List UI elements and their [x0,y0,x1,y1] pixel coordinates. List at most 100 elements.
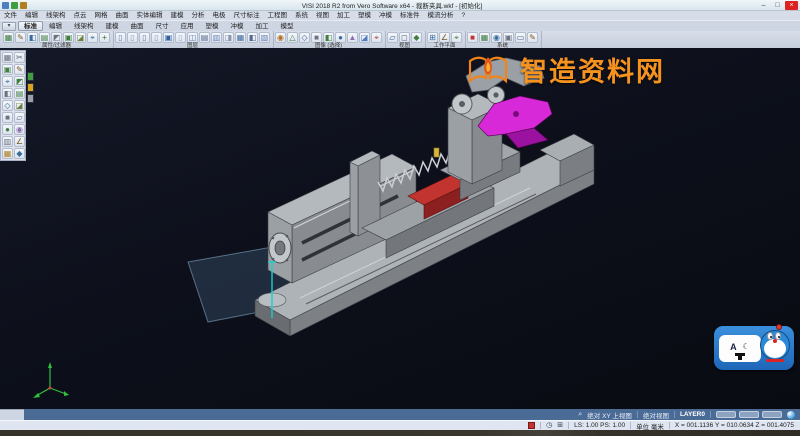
menu-item-电极[interactable]: 电极 [209,11,230,20]
lt-modify-icon[interactable]: ✎ [14,64,25,75]
color-tab-1[interactable] [27,83,34,92]
wireframe-mode-icon[interactable]: △ [287,32,298,43]
render-ghost-icon[interactable]: ▲ [347,32,358,43]
render-half-icon[interactable]: ◧ [323,32,334,43]
view-reference[interactable]: 绝对 XY 上视图 [587,410,632,420]
render-dot-icon[interactable]: ● [335,32,346,43]
tab-冲模[interactable]: 冲模 [225,21,250,31]
lt-trim-icon[interactable]: ◧ [2,88,13,99]
tab-编辑[interactable]: 编辑 [43,21,68,31]
tab-加工[interactable]: 加工 [250,21,275,31]
color-tab-2[interactable] [27,94,34,103]
tab-曲面[interactable]: 曲面 [125,21,150,31]
system-globe-icon[interactable]: ◉ [491,32,502,43]
layer-list-icon[interactable]: ▤ [199,32,210,43]
element-mask-icon[interactable]: ◩ [51,32,62,43]
grid-icon[interactable]: ⊞ [557,422,563,429]
system-panel-icon[interactable]: ▣ [503,32,514,43]
lt-measure-icon[interactable]: ◇ [2,100,13,111]
render-mixed-icon[interactable]: ◪ [359,32,370,43]
tab-线架构[interactable]: 线架构 [68,21,100,31]
solid-mask-icon[interactable]: ▣ [63,32,74,43]
menu-item-点云[interactable]: 点云 [70,11,91,20]
menu-item-?[interactable]: ? [458,11,470,20]
menu-item-尺寸标注[interactable]: 尺寸标注 [230,11,264,20]
lt-move-icon[interactable]: ⌖ [2,76,13,87]
lt-point-icon[interactable]: ◉ [14,124,25,135]
record-icon[interactable] [528,422,535,429]
workplane-grid-icon[interactable]: ⊞ [427,32,438,43]
menu-item-线架构[interactable]: 线架构 [42,11,70,20]
view-iso-icon[interactable]: ▱ [387,32,398,43]
lt-round-icon[interactable]: ● [2,124,13,135]
attribute-pen-icon[interactable]: ✎ [15,32,26,43]
minimize-button[interactable]: – [757,1,770,10]
render-solid-icon[interactable]: ■ [311,32,322,43]
lt-gold-icon[interactable]: ▦ [2,148,13,159]
menu-item-建模[interactable]: 建模 [167,11,188,20]
tab-应用[interactable]: 应用 [175,21,200,31]
lt-box-icon[interactable]: ▣ [2,64,13,75]
color-tab-0[interactable] [27,72,34,81]
lt-text-icon[interactable]: ▥ [2,136,13,147]
units-readout[interactable]: 单位 毫米 [636,421,664,431]
layer-hide-icon[interactable]: ◨ [223,32,234,43]
hidden-line-icon[interactable]: ◇ [299,32,310,43]
tab-塑模[interactable]: 塑模 [200,21,225,31]
snap-mask-icon[interactable]: ⌖ [87,32,98,43]
lt-solid-icon[interactable]: ■ [2,112,13,123]
lt-surface-icon[interactable]: ◪ [14,100,25,111]
menu-item-系统[interactable]: 系统 [291,11,312,20]
coordinate-reference[interactable]: 绝对视图 [643,410,669,420]
system-grid-icon[interactable]: ▦ [479,32,490,43]
layer-copy-icon[interactable]: ▯ [139,32,150,43]
system-edit-icon[interactable]: ✎ [527,32,538,43]
layer-new-icon[interactable]: ▯ [115,32,126,43]
surface-mask-icon[interactable]: ◪ [75,32,86,43]
lt-sheet-icon[interactable]: ▤ [14,88,25,99]
lt-select-icon[interactable]: ▦ [2,52,13,63]
menu-item-分析[interactable]: 分析 [188,11,209,20]
menu-item-文件[interactable]: 文件 [0,11,21,20]
shade-mode-icon[interactable]: ◉ [275,32,286,43]
color-mask-icon[interactable]: ◧ [27,32,38,43]
lt-dim-icon[interactable]: ∠ [14,136,25,147]
layer-tools-icon[interactable]: ▧ [259,32,270,43]
status-swatch-1[interactable] [739,411,759,418]
menu-item-实体编辑[interactable]: 实体编辑 [133,11,167,20]
selection-filter-icon[interactable]: ▦ [3,32,14,43]
render-target-icon[interactable]: ⌖ [371,32,382,43]
view-front-icon[interactable]: ◻ [399,32,410,43]
layer-merge-icon[interactable]: ◧ [247,32,258,43]
clock-icon[interactable]: ◷ [546,422,552,429]
system-stop-icon[interactable]: ■ [467,32,478,43]
layer-mask-icon[interactable]: ▤ [39,32,50,43]
view-rotate-icon[interactable]: ◆ [411,32,422,43]
menu-item-模流分析[interactable]: 模流分析 [424,11,458,20]
workplane-origin-icon[interactable]: ⌖ [451,32,462,43]
status-swatch-0[interactable] [716,411,736,418]
layer-page-icon[interactable]: ▯ [151,32,162,43]
tab-尺寸[interactable]: 尺寸 [150,21,175,31]
layer-stack-icon[interactable]: ◫ [187,32,198,43]
layer-blank-icon[interactable]: ▯ [175,32,186,43]
layer-current-icon[interactable]: ▣ [163,32,174,43]
add-filter-icon[interactable]: + [99,32,110,43]
maximize-button[interactable]: □ [771,1,784,10]
toolbar-options-dropdown[interactable]: ▾ [2,22,16,31]
tab-建模[interactable]: 建模 [100,21,125,31]
3d-viewport[interactable]: ▦✂▣✎⌖◩◧▤◇◪■▱●◉▥∠▦◆ 智造资料网 A ☾ [0,48,800,409]
menu-item-网格[interactable]: 网格 [91,11,112,20]
menu-item-曲面[interactable]: 曲面 [112,11,133,20]
close-button[interactable]: × [785,1,798,10]
layer-all-icon[interactable]: ▦ [235,32,246,43]
layer-show-icon[interactable]: ▥ [211,32,222,43]
menu-item-塑模[interactable]: 塑模 [354,11,375,20]
tab-模型[interactable]: 模型 [275,21,300,31]
lt-frame-icon[interactable]: ▱ [14,112,25,123]
render-sphere-icon[interactable] [787,411,795,419]
save-icon[interactable] [11,2,18,9]
menu-item-冲模[interactable]: 冲模 [375,11,396,20]
current-layer[interactable]: LAYER0 [680,411,705,418]
lt-view-icon[interactable]: ◆ [14,148,25,159]
